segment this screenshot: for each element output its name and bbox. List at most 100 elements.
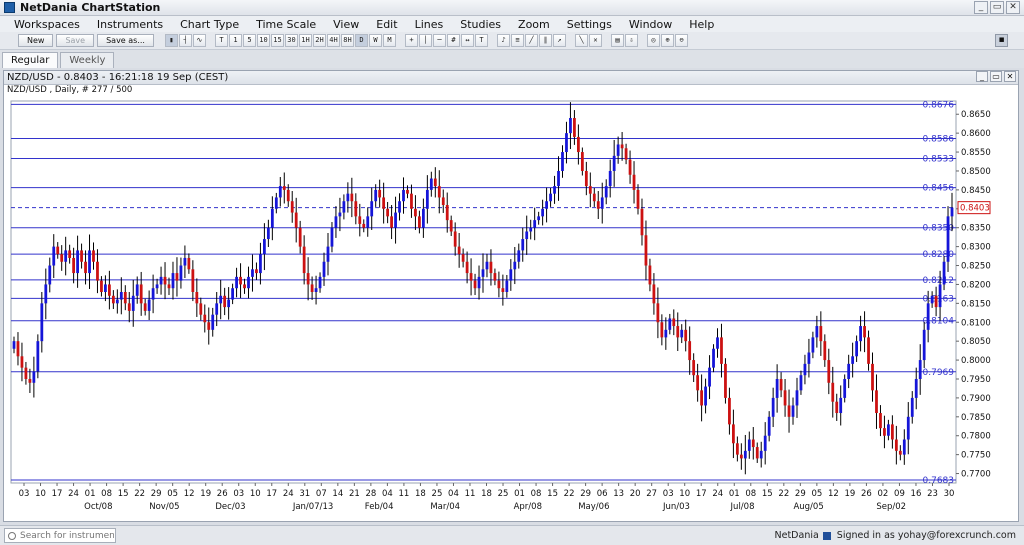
timescale-t-button[interactable]: T bbox=[214, 34, 228, 47]
candle-body bbox=[115, 299, 119, 304]
candle-body bbox=[195, 292, 199, 304]
candle-body bbox=[763, 435, 767, 451]
timescale-w-button[interactable]: W bbox=[368, 34, 382, 47]
panel-toggle-icon[interactable]: ▪ bbox=[995, 34, 1008, 47]
menu-chart-type[interactable]: Chart Type bbox=[180, 18, 239, 31]
menu-settings[interactable]: Settings bbox=[567, 18, 612, 31]
status-bar: NetDania Signed in as yohay@forexcrunch.… bbox=[0, 525, 1024, 545]
x-month-label: Feb/04 bbox=[365, 502, 394, 512]
minimize-button[interactable]: _ bbox=[974, 1, 988, 14]
timescale-8h-button[interactable]: 8H bbox=[340, 34, 354, 47]
menu-workspaces[interactable]: Workspaces bbox=[14, 18, 80, 31]
candle-body bbox=[96, 261, 99, 281]
candle-body bbox=[700, 390, 703, 406]
menu-view[interactable]: View bbox=[333, 18, 359, 31]
chart-window: NZD/USD - 0.8403 - 16:21:18 19 Sep (CEST… bbox=[3, 70, 1019, 522]
candle-body bbox=[123, 292, 127, 304]
candle-body bbox=[298, 227, 302, 247]
timescale-30-button[interactable]: 30 bbox=[284, 34, 298, 47]
tab-regular[interactable]: Regular bbox=[2, 52, 59, 68]
instrument-search[interactable] bbox=[4, 528, 116, 543]
candle-body bbox=[573, 118, 576, 137]
candle-body bbox=[620, 144, 624, 149]
x-month-label: May/06 bbox=[578, 502, 609, 512]
tab-weekly[interactable]: Weekly bbox=[60, 52, 115, 68]
save-as-button[interactable]: Save as... bbox=[97, 34, 154, 47]
candle-body bbox=[270, 208, 274, 228]
grid-icon[interactable]: # bbox=[446, 34, 460, 47]
new-button[interactable]: New bbox=[18, 34, 54, 47]
menu-edit[interactable]: Edit bbox=[376, 18, 397, 31]
candle-body bbox=[513, 261, 517, 270]
delete-drawings-icon[interactable]: ✕ bbox=[588, 34, 602, 47]
text-tool-icon[interactable]: T bbox=[474, 34, 488, 47]
menu-instruments[interactable]: Instruments bbox=[97, 18, 163, 31]
menu-time-scale[interactable]: Time Scale bbox=[256, 18, 316, 31]
timescale-15-button[interactable]: 15 bbox=[270, 34, 284, 47]
channel-icon[interactable]: ∥ bbox=[538, 34, 552, 47]
candle-body bbox=[537, 216, 541, 221]
candle-body bbox=[40, 303, 44, 342]
candlestick-type-icon[interactable]: ▮ bbox=[164, 34, 178, 47]
line-type-icon[interactable]: ∿ bbox=[192, 34, 206, 47]
x-tick-label: 16 bbox=[911, 489, 922, 499]
menu-help[interactable]: Help bbox=[689, 18, 714, 31]
candle-body bbox=[330, 227, 334, 247]
candle-body bbox=[664, 329, 668, 338]
timescale-m-button[interactable]: M bbox=[382, 34, 396, 47]
y-tick-label: 0.7950 bbox=[961, 375, 991, 385]
search-input[interactable] bbox=[20, 529, 114, 542]
candle-body bbox=[612, 155, 616, 171]
current-price-label: 0.8403 bbox=[960, 204, 990, 214]
y-tick-label: 0.8350 bbox=[961, 224, 991, 234]
export-icon[interactable]: ⇩ bbox=[624, 34, 638, 47]
arrow-tool-icon[interactable]: ↗ bbox=[552, 34, 566, 47]
draw-line-icon[interactable]: ╲ bbox=[574, 34, 588, 47]
fibonacci-icon[interactable]: ≡ bbox=[510, 34, 524, 47]
menu-zoom[interactable]: Zoom bbox=[518, 18, 550, 31]
candle-body bbox=[847, 363, 851, 379]
candle-body bbox=[433, 178, 437, 187]
price-chart[interactable]: 0.86500.86000.85500.85000.84500.84000.83… bbox=[4, 71, 1020, 523]
timescale-5-button[interactable]: 5 bbox=[242, 34, 256, 47]
close-button[interactable]: ✕ bbox=[1006, 1, 1020, 14]
zoom-fit-icon[interactable]: ◎ bbox=[646, 34, 660, 47]
candle-body bbox=[509, 269, 513, 281]
timescale-4h-button[interactable]: 4H bbox=[326, 34, 340, 47]
signed-in-label: Signed in as yohay@forexcrunch.com bbox=[836, 530, 1016, 541]
timescale-1-button[interactable]: 1 bbox=[228, 34, 242, 47]
menu-lines[interactable]: Lines bbox=[415, 18, 444, 31]
candle-body bbox=[175, 273, 179, 281]
zoom-in-icon[interactable]: ⊕ bbox=[660, 34, 674, 47]
candle-body bbox=[767, 416, 771, 436]
scroll-icon[interactable]: ↔ bbox=[460, 34, 474, 47]
x-tick-label: 19 bbox=[844, 489, 855, 499]
candle-body bbox=[191, 269, 195, 292]
candle-body bbox=[501, 288, 505, 292]
horizontal-line-icon[interactable]: ─ bbox=[432, 34, 446, 47]
save-button[interactable]: Save bbox=[56, 34, 95, 47]
menu-window[interactable]: Window bbox=[629, 18, 672, 31]
x-tick-label: 13 bbox=[613, 489, 624, 499]
candle-body bbox=[429, 178, 433, 190]
candle-body bbox=[64, 250, 68, 262]
candle-body bbox=[127, 303, 131, 311]
menu-studies[interactable]: Studies bbox=[460, 18, 501, 31]
print-icon[interactable]: ▤ bbox=[610, 34, 624, 47]
timescale-d-button[interactable]: D bbox=[354, 34, 368, 47]
x-tick-label: 29 bbox=[795, 489, 806, 499]
candle-body bbox=[80, 250, 83, 262]
x-tick-label: 07 bbox=[316, 489, 327, 499]
timescale-10-button[interactable]: 10 bbox=[256, 34, 270, 47]
bar-type-icon[interactable]: ┤ bbox=[178, 34, 192, 47]
timescale-2h-button[interactable]: 2H bbox=[312, 34, 326, 47]
candle-body bbox=[255, 269, 258, 274]
restore-button[interactable]: ▭ bbox=[990, 1, 1004, 14]
zoom-out-icon[interactable]: ⊖ bbox=[674, 34, 688, 47]
timescale-1h-button[interactable]: 1H bbox=[298, 34, 312, 47]
x-tick-label: 05 bbox=[811, 489, 822, 499]
alarm-icon[interactable]: ♪ bbox=[496, 34, 510, 47]
trend-line-icon[interactable]: ╱ bbox=[524, 34, 538, 47]
crosshair-icon[interactable]: + bbox=[404, 34, 418, 47]
vertical-line-icon[interactable]: │ bbox=[418, 34, 432, 47]
